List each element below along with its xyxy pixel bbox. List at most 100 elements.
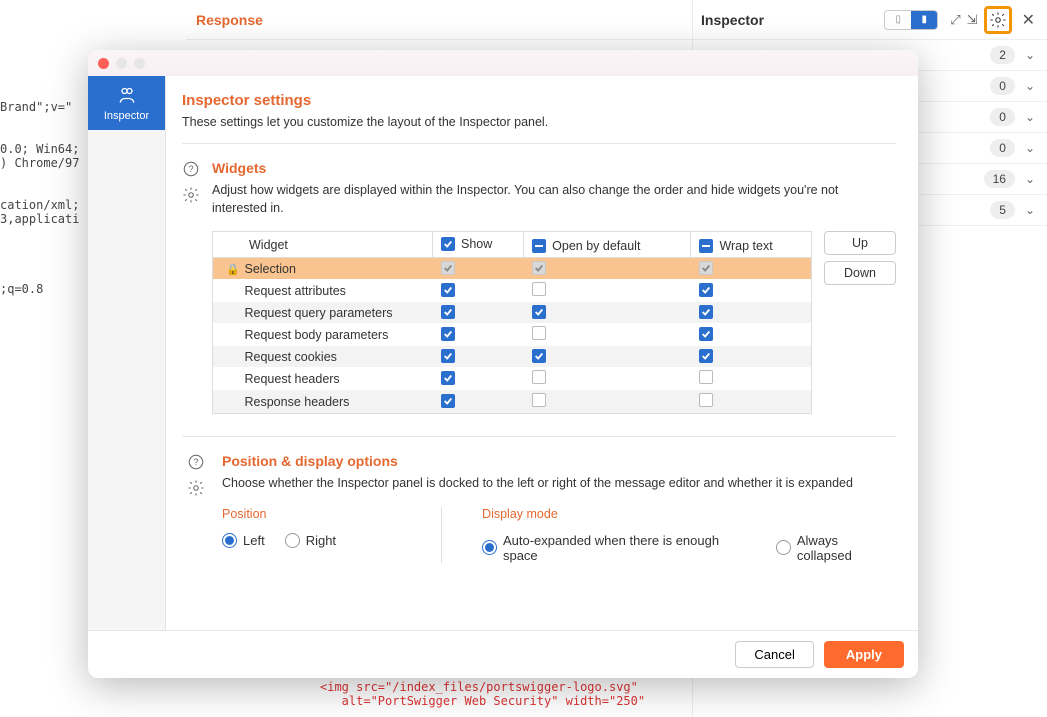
window-zoom-icon[interactable] (134, 58, 145, 69)
gear-icon (989, 11, 1007, 29)
position-heading: Position & display options (222, 453, 896, 469)
checkbox-icon[interactable] (699, 327, 713, 341)
svg-text:?: ? (188, 164, 193, 174)
checkbox-icon (699, 261, 713, 275)
apply-button[interactable]: Apply (824, 641, 904, 668)
checkbox-icon[interactable] (532, 282, 546, 296)
checkbox-icon[interactable] (441, 394, 455, 408)
chevron-down-icon: ⌄ (1025, 48, 1035, 62)
cancel-button[interactable]: Cancel (735, 641, 813, 668)
col-wrap[interactable]: Wrap text (691, 232, 812, 258)
window-titlebar (88, 50, 918, 76)
background-bottom-code: <img src="/index_files/portswigger-logo.… (320, 680, 645, 708)
header-open-checkbox[interactable] (532, 239, 546, 253)
expand-icon[interactable]: ⤢ (950, 12, 960, 28)
inspector-settings-modal: Inspector Inspector settings These setti… (88, 50, 918, 678)
chevron-down-icon: ⌄ (1025, 110, 1035, 124)
position-right-radio[interactable]: Right (285, 533, 336, 548)
col-widget[interactable]: Widget (213, 232, 433, 258)
checkbox-icon[interactable] (532, 326, 546, 340)
table-row[interactable]: 🔒 Selection (213, 258, 812, 280)
checkbox-icon[interactable] (699, 370, 713, 384)
inspector-icon (117, 86, 137, 106)
close-icon[interactable]: ✕ (1018, 10, 1039, 30)
position-left-radio[interactable]: Left (222, 533, 265, 548)
table-row[interactable]: Request body parameters (213, 323, 812, 346)
widget-name: Request query parameters (244, 306, 392, 320)
checkbox-icon[interactable] (441, 327, 455, 341)
inspector-header: Inspector ▯ ▮ ⤢ ⇲ ✕ (693, 0, 1047, 40)
gear-icon[interactable] (182, 186, 200, 204)
widget-name: Selection (244, 262, 295, 276)
checkbox-icon[interactable] (441, 283, 455, 297)
widgets-desc: Adjust how widgets are displayed within … (212, 182, 896, 217)
checkbox-icon[interactable] (532, 370, 546, 384)
checkbox-icon[interactable] (532, 349, 546, 363)
section-icons: ? (182, 160, 200, 414)
checkbox-icon[interactable] (532, 393, 546, 407)
checkbox-icon[interactable] (441, 371, 455, 385)
col-show[interactable]: Show (433, 232, 524, 258)
modal-footer: Cancel Apply (88, 630, 918, 678)
radio-icon (482, 540, 497, 555)
header-show-checkbox[interactable] (441, 237, 455, 251)
lock-icon: 🔒 (225, 263, 241, 276)
count-badge: 0 (990, 139, 1015, 157)
sidebar-item-label: Inspector (104, 110, 149, 122)
radio-icon (285, 533, 300, 548)
widget-name: Request headers (244, 372, 339, 386)
checkbox-icon[interactable] (441, 305, 455, 319)
header-wrap-checkbox[interactable] (699, 239, 713, 253)
modal-title: Inspector settings (182, 92, 896, 109)
checkbox-icon[interactable] (699, 305, 713, 319)
table-row[interactable]: Request cookies (213, 346, 812, 367)
count-badge: 2 (990, 46, 1015, 64)
widget-name: Request body parameters (244, 328, 388, 342)
inspector-settings-button[interactable] (984, 6, 1012, 34)
modal-content: Inspector settings These settings let yo… (166, 76, 918, 630)
count-badge: 0 (990, 77, 1015, 95)
position-label: Position (222, 507, 401, 521)
gear-icon[interactable] (187, 479, 205, 497)
radio-icon (222, 533, 237, 548)
count-badge: 0 (990, 108, 1015, 126)
chevron-down-icon: ⌄ (1025, 203, 1035, 217)
table-row[interactable]: Response headers (213, 390, 812, 414)
radio-icon (776, 540, 791, 555)
display-mode-label: Display mode (482, 507, 896, 521)
checkbox-icon[interactable] (699, 283, 713, 297)
mode-collapsed-radio[interactable]: Always collapsed (776, 533, 896, 563)
checkbox-icon (441, 261, 455, 275)
checkbox-icon[interactable] (532, 305, 546, 319)
up-button[interactable]: Up (824, 231, 896, 255)
table-row[interactable]: Request headers (213, 367, 812, 390)
mode-auto-radio[interactable]: Auto-expanded when there is enough space (482, 533, 756, 563)
widget-name: Request cookies (244, 350, 336, 364)
widget-name: Response headers (244, 395, 349, 409)
chevron-down-icon: ⌄ (1025, 172, 1035, 186)
chevron-down-icon: ⌄ (1025, 141, 1035, 155)
response-title: Response (196, 12, 263, 28)
layout-left-icon[interactable]: ▯ (885, 11, 911, 29)
down-button[interactable]: Down (824, 261, 896, 285)
count-badge: 16 (984, 170, 1015, 188)
widgets-table: Widget Show Open by default Wrap text 🔒 … (212, 231, 812, 414)
checkbox-icon[interactable] (441, 349, 455, 363)
checkbox-icon[interactable] (699, 349, 713, 363)
layout-right-icon[interactable]: ▮ (911, 11, 937, 29)
window-minimize-icon[interactable] (116, 58, 127, 69)
table-row[interactable]: Request attributes (213, 279, 812, 302)
collapse-icon[interactable]: ⇲ (967, 12, 978, 28)
window-close-icon[interactable] (98, 58, 109, 69)
help-icon[interactable]: ? (187, 453, 205, 471)
modal-intro: These settings let you customize the lay… (182, 115, 896, 129)
widget-name: Request attributes (244, 284, 345, 298)
background-code: Brand";v=" 0.0; Win64; ) Chrome/97 catio… (0, 100, 79, 296)
sidebar-item-inspector[interactable]: Inspector (88, 76, 165, 130)
inspector-layout-toggle[interactable]: ▯ ▮ (884, 10, 938, 30)
help-icon[interactable]: ? (182, 160, 200, 178)
checkbox-icon (532, 261, 546, 275)
col-open[interactable]: Open by default (524, 232, 691, 258)
table-row[interactable]: Request query parameters (213, 302, 812, 323)
checkbox-icon[interactable] (699, 393, 713, 407)
